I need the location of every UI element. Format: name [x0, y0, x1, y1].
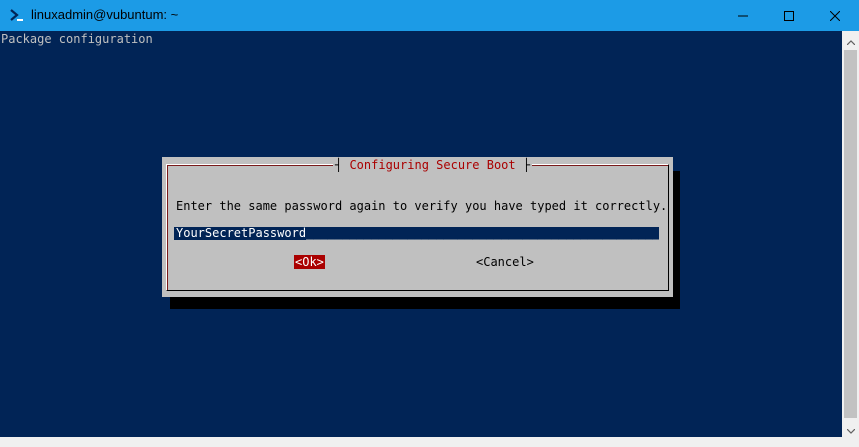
- title-bar[interactable]: linuxadmin@vubuntum: ~: [0, 0, 859, 31]
- window-bottom-bar: [0, 437, 859, 447]
- chevron-up-icon: [846, 30, 855, 49]
- window-title: linuxadmin@vubuntum: ~: [31, 7, 179, 22]
- minimize-button[interactable]: [720, 0, 766, 31]
- password-value: YourSecretPassword: [176, 227, 307, 240]
- scroll-up-button[interactable]: [842, 31, 859, 48]
- console-header-text: Package configuration: [1, 32, 153, 46]
- scroll-thumb[interactable]: [844, 50, 857, 418]
- maximize-icon: [784, 10, 794, 21]
- maximize-button[interactable]: [766, 0, 812, 31]
- minimize-icon: [738, 11, 748, 21]
- close-button[interactable]: [812, 0, 858, 31]
- terminal-icon: [9, 7, 25, 23]
- password-input[interactable]: YourSecretPassword______________________…: [174, 227, 659, 240]
- close-icon: [830, 10, 840, 21]
- ok-button[interactable]: <Ok>: [294, 255, 325, 269]
- vertical-scrollbar[interactable]: [842, 31, 859, 437]
- secure-boot-dialog: ┤ Configuring Secure Boot ├ Enter the sa…: [162, 157, 673, 297]
- dialog-message: Enter the same password again to verify …: [176, 199, 668, 213]
- chevron-down-icon: [846, 419, 855, 438]
- cancel-button[interactable]: <Cancel>: [476, 255, 534, 269]
- dialog-title: ┤ Configuring Secure Boot ├: [333, 158, 533, 172]
- terminal-window: linuxadmin@vubuntum: ~ Package configura…: [0, 0, 859, 447]
- scroll-down-button[interactable]: [842, 420, 859, 437]
- dialog-title-text: Configuring Secure Boot: [349, 158, 516, 172]
